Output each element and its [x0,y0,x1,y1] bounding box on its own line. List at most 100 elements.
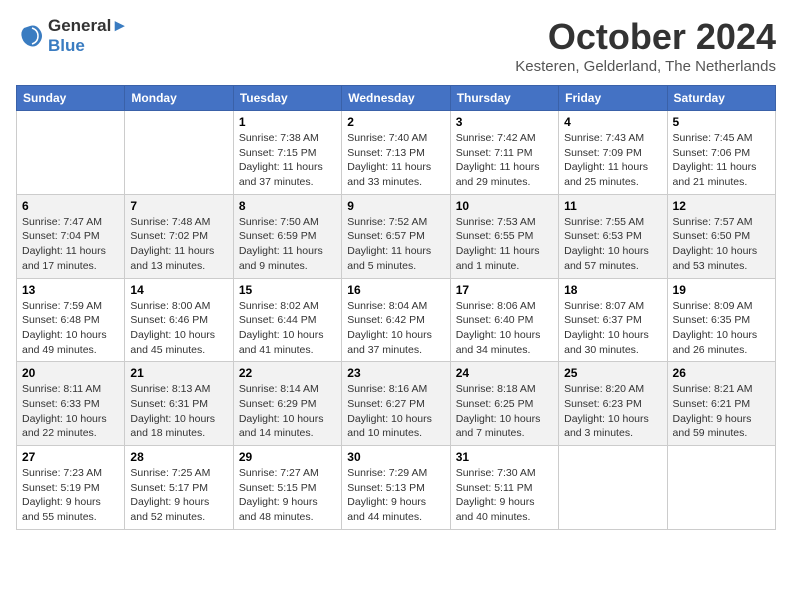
logo-icon [16,22,44,50]
day-number: 16 [347,283,444,297]
day-number: 15 [239,283,336,297]
calendar-cell: 20 Sunrise: 8:11 AM Sunset: 6:33 PM Dayli… [17,362,125,446]
day-number: 14 [130,283,227,297]
day-number: 11 [564,199,661,213]
day-number: 6 [22,199,119,213]
calendar-cell: 5 Sunrise: 7:45 AM Sunset: 7:06 PM Daylig… [667,111,775,195]
calendar-cell: 26 Sunrise: 8:21 AM Sunset: 6:21 PM Dayli… [667,362,775,446]
day-info: Sunrise: 7:55 AM Sunset: 6:53 PM Dayligh… [564,215,661,274]
day-number: 8 [239,199,336,213]
day-info: Sunrise: 7:38 AM Sunset: 7:15 PM Dayligh… [239,131,336,190]
day-info: Sunrise: 8:21 AM Sunset: 6:21 PM Dayligh… [673,382,770,441]
calendar-header-row: SundayMondayTuesdayWednesdayThursdayFrid… [17,86,776,111]
calendar-cell: 25Sunrise: 8:20 AM Sunset: 6:23 PM Dayli… [559,362,667,446]
day-info: Sunrise: 7:48 AM Sunset: 7:02 PM Dayligh… [130,215,227,274]
day-info: Sunrise: 7:25 AM Sunset: 5:17 PM Dayligh… [130,466,227,525]
month-title: October 2024 [515,16,776,58]
day-number: 4 [564,115,661,129]
calendar-cell: 28Sunrise: 7:25 AM Sunset: 5:17 PM Dayli… [125,446,233,530]
day-number: 5 [673,115,770,129]
calendar-cell: 18Sunrise: 8:07 AM Sunset: 6:37 PM Dayli… [559,278,667,362]
day-number: 18 [564,283,661,297]
calendar-cell: 19Sunrise: 8:09 AM Sunset: 6:35 PM Dayli… [667,278,775,362]
day-info: Sunrise: 7:23 AM Sunset: 5:19 PM Dayligh… [22,466,119,525]
calendar-cell: 4 Sunrise: 7:43 AM Sunset: 7:09 PM Daylig… [559,111,667,195]
day-info: Sunrise: 8:13 AM Sunset: 6:31 PM Dayligh… [130,382,227,441]
calendar-week-row: 6Sunrise: 7:47 AM Sunset: 7:04 PM Daylig… [17,194,776,278]
day-number: 21 [130,366,227,380]
page-header: General► Blue October 2024 Kesteren, Gel… [16,16,776,75]
day-number: 3 [456,115,553,129]
day-info: Sunrise: 8:11 AM Sunset: 6:33 PM Dayligh… [22,382,119,441]
calendar-cell [17,111,125,195]
header-day-thursday: Thursday [450,86,558,111]
day-info: Sunrise: 8:06 AM Sunset: 6:40 PM Dayligh… [456,299,553,358]
day-info: Sunrise: 7:29 AM Sunset: 5:13 PM Dayligh… [347,466,444,525]
day-number: 1 [239,115,336,129]
day-info: Sunrise: 8:14 AM Sunset: 6:29 PM Dayligh… [239,382,336,441]
calendar-cell: 24Sunrise: 8:18 AM Sunset: 6:25 PM Dayli… [450,362,558,446]
calendar-cell: 9Sunrise: 7:52 AM Sunset: 6:57 PM Daylig… [342,194,450,278]
day-info: Sunrise: 8:18 AM Sunset: 6:25 PM Dayligh… [456,382,553,441]
calendar-cell: 11 Sunrise: 7:55 AM Sunset: 6:53 PM Dayli… [559,194,667,278]
header-day-saturday: Saturday [667,86,775,111]
day-info: Sunrise: 8:00 AM Sunset: 6:46 PM Dayligh… [130,299,227,358]
header-day-sunday: Sunday [17,86,125,111]
calendar-cell: 29 Sunrise: 7:27 AM Sunset: 5:15 PM Dayli… [233,446,341,530]
calendar-cell: 17 Sunrise: 8:06 AM Sunset: 6:40 PM Dayli… [450,278,558,362]
day-info: Sunrise: 7:53 AM Sunset: 6:55 PM Dayligh… [456,215,553,274]
calendar-cell: 10 Sunrise: 7:53 AM Sunset: 6:55 PM Dayli… [450,194,558,278]
header-day-wednesday: Wednesday [342,86,450,111]
calendar-cell: 22 Sunrise: 8:14 AM Sunset: 6:29 PM Dayli… [233,362,341,446]
title-section: October 2024 Kesteren, Gelderland, The N… [515,16,776,75]
calendar-cell: 2 Sunrise: 7:40 AM Sunset: 7:13 PM Daylig… [342,111,450,195]
location-subtitle: Kesteren, Gelderland, The Netherlands [515,58,776,75]
day-info: Sunrise: 7:43 AM Sunset: 7:09 PM Dayligh… [564,131,661,190]
day-number: 12 [673,199,770,213]
calendar-cell: 16 Sunrise: 8:04 AM Sunset: 6:42 PM Dayli… [342,278,450,362]
calendar-cell: 13Sunrise: 7:59 AM Sunset: 6:48 PM Dayli… [17,278,125,362]
day-info: Sunrise: 8:02 AM Sunset: 6:44 PM Dayligh… [239,299,336,358]
day-info: Sunrise: 8:04 AM Sunset: 6:42 PM Dayligh… [347,299,444,358]
calendar-cell [125,111,233,195]
day-number: 22 [239,366,336,380]
day-info: Sunrise: 7:30 AM Sunset: 5:11 PM Dayligh… [456,466,553,525]
day-number: 29 [239,450,336,464]
calendar-cell [667,446,775,530]
header-day-monday: Monday [125,86,233,111]
logo-text: General► Blue [48,16,128,56]
calendar-table: SundayMondayTuesdayWednesdayThursdayFrid… [16,85,776,530]
calendar-cell: 27Sunrise: 7:23 AM Sunset: 5:19 PM Dayli… [17,446,125,530]
day-number: 30 [347,450,444,464]
calendar-cell: 3 Sunrise: 7:42 AM Sunset: 7:11 PM Daylig… [450,111,558,195]
calendar-cell: 21 Sunrise: 8:13 AM Sunset: 6:31 PM Dayli… [125,362,233,446]
calendar-cell: 1 Sunrise: 7:38 AM Sunset: 7:15 PM Daylig… [233,111,341,195]
calendar-cell: 7 Sunrise: 7:48 AM Sunset: 7:02 PM Daylig… [125,194,233,278]
day-number: 9 [347,199,444,213]
calendar-cell: 23Sunrise: 8:16 AM Sunset: 6:27 PM Dayli… [342,362,450,446]
calendar-cell: 14 Sunrise: 8:00 AM Sunset: 6:46 PM Dayli… [125,278,233,362]
day-number: 31 [456,450,553,464]
day-number: 25 [564,366,661,380]
day-number: 2 [347,115,444,129]
day-number: 23 [347,366,444,380]
day-info: Sunrise: 7:27 AM Sunset: 5:15 PM Dayligh… [239,466,336,525]
calendar-cell: 8 Sunrise: 7:50 AM Sunset: 6:59 PM Daylig… [233,194,341,278]
day-info: Sunrise: 7:45 AM Sunset: 7:06 PM Dayligh… [673,131,770,190]
logo: General► Blue [16,16,128,56]
calendar-week-row: 20 Sunrise: 8:11 AM Sunset: 6:33 PM Dayli… [17,362,776,446]
day-info: Sunrise: 8:09 AM Sunset: 6:35 PM Dayligh… [673,299,770,358]
day-number: 17 [456,283,553,297]
day-info: Sunrise: 7:50 AM Sunset: 6:59 PM Dayligh… [239,215,336,274]
calendar-week-row: 1 Sunrise: 7:38 AM Sunset: 7:15 PM Daylig… [17,111,776,195]
header-day-friday: Friday [559,86,667,111]
day-info: Sunrise: 7:59 AM Sunset: 6:48 PM Dayligh… [22,299,119,358]
day-number: 10 [456,199,553,213]
day-number: 7 [130,199,227,213]
day-info: Sunrise: 7:42 AM Sunset: 7:11 PM Dayligh… [456,131,553,190]
day-info: Sunrise: 7:40 AM Sunset: 7:13 PM Dayligh… [347,131,444,190]
day-number: 20 [22,366,119,380]
calendar-cell: 30 Sunrise: 7:29 AM Sunset: 5:13 PM Dayli… [342,446,450,530]
day-info: Sunrise: 7:57 AM Sunset: 6:50 PM Dayligh… [673,215,770,274]
day-number: 26 [673,366,770,380]
